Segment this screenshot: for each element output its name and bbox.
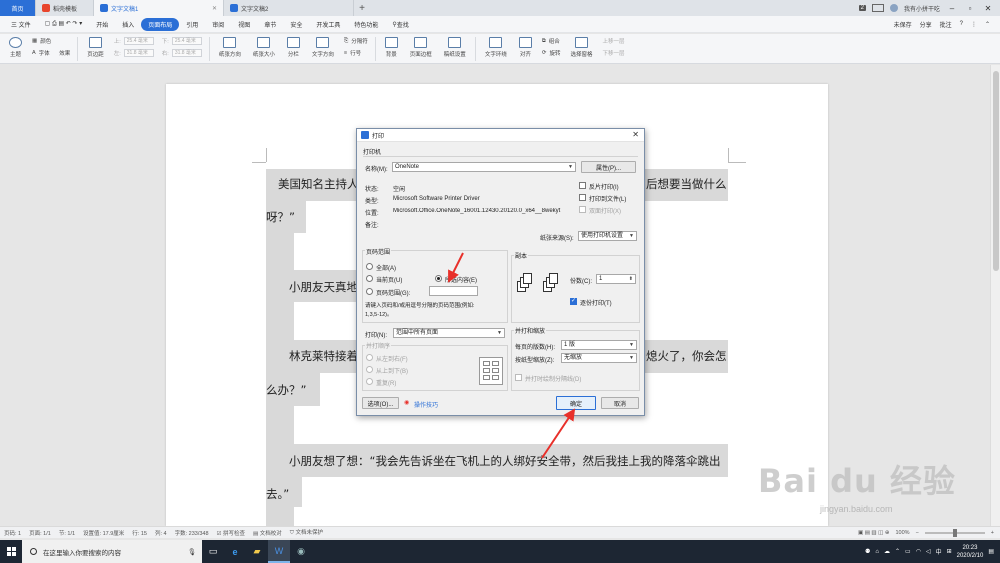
- taskbar-search-placeholder: 在这里输入你要搜索的内容: [43, 549, 121, 557]
- protect-status[interactable]: ⛉ 文档未保护: [290, 528, 323, 537]
- clock[interactable]: 20:23 2020/2/10: [957, 544, 984, 560]
- start-button[interactable]: [0, 540, 22, 563]
- arrow-to-ok-button: [541, 408, 576, 459]
- wifi-icon[interactable]: ◠: [916, 548, 921, 555]
- ime-mode-icon[interactable]: ⊞: [947, 548, 952, 555]
- zoom-in-icon[interactable]: +: [991, 530, 994, 536]
- status-row[interactable]: 行: 15: [132, 529, 147, 537]
- system-tray: ⚉ ⌂ ☁ ⌃ ▭ ◠ ◁ 中 ⊞ 20:23 2020/2/10 ▤: [865, 544, 1000, 560]
- windows-icon: [6, 547, 16, 556]
- status-word-count[interactable]: 字数: 233/348: [175, 529, 209, 537]
- ime-icon[interactable]: 中: [936, 547, 942, 556]
- volume-icon[interactable]: ◁: [926, 548, 931, 555]
- zoom-slider[interactable]: [924, 528, 985, 537]
- taskbar-search-box[interactable]: 在这里输入你要搜索的内容 🎙: [22, 540, 202, 563]
- cortana-icon: [30, 548, 37, 555]
- chevron-up-icon[interactable]: ⌃: [895, 548, 900, 555]
- view-mode-icons[interactable]: ▣ ▤ ▥ ◫ ⊕: [858, 530, 890, 536]
- shield-icon: ⛉: [289, 530, 294, 536]
- task-view-icon[interactable]: ▭: [202, 540, 224, 563]
- baidu-watermark-url: jingyan.baidu.com: [820, 504, 893, 514]
- checkbox-icon: ☑: [216, 530, 222, 537]
- status-page[interactable]: 页码: 1: [4, 529, 21, 537]
- status-bar: 页码: 1 页面: 1/1 节: 1/1 设置值: 17.9厘米 行: 15 列…: [0, 526, 1000, 538]
- document-icon: ▤: [253, 530, 259, 537]
- proofread-status[interactable]: ▤ 文档校对: [253, 529, 282, 537]
- windows-taskbar: 在这里输入你要搜索的内容 🎙 ▭ e ▰ W ◉ ⚉ ⌂ ☁ ⌃ ▭ ◠ ◁ 中…: [0, 540, 1000, 563]
- network-icon[interactable]: ⌂: [875, 549, 879, 555]
- status-section[interactable]: 节: 1/1: [59, 529, 75, 537]
- proofread-label: 文档校对: [259, 530, 282, 537]
- notification-icon[interactable]: ▤: [988, 548, 994, 555]
- protect-label: 文档未保护: [295, 530, 323, 536]
- wps-office-icon[interactable]: W: [268, 540, 290, 563]
- zoom-slider-thumb[interactable]: [952, 528, 957, 537]
- arrow-to-selection: [448, 252, 464, 283]
- spell-check-status[interactable]: ☑ 拼写检查: [217, 529, 245, 537]
- people-icon[interactable]: ⚉: [865, 548, 870, 555]
- file-explorer-icon[interactable]: ▰: [246, 540, 268, 563]
- battery-icon[interactable]: ▭: [905, 548, 911, 555]
- zoom-out-icon[interactable]: −: [916, 530, 919, 536]
- status-pages[interactable]: 页面: 1/1: [29, 529, 51, 537]
- status-column[interactable]: 列: 4: [155, 529, 167, 537]
- status-setting[interactable]: 设置值: 17.9厘米: [83, 529, 124, 537]
- app-icon[interactable]: ◉: [290, 540, 312, 563]
- baidu-watermark: Bai du 经验: [758, 462, 956, 500]
- microphone-icon: 🎙: [187, 548, 196, 556]
- clock-date: 2020/2/10: [956, 552, 984, 559]
- cloud-icon[interactable]: ☁: [884, 548, 890, 555]
- spell-check-label: 拼写检查: [223, 530, 246, 537]
- edge-icon[interactable]: e: [224, 540, 246, 563]
- zoom-level[interactable]: 100%: [895, 530, 909, 536]
- clock-time: 20:23: [962, 544, 978, 551]
